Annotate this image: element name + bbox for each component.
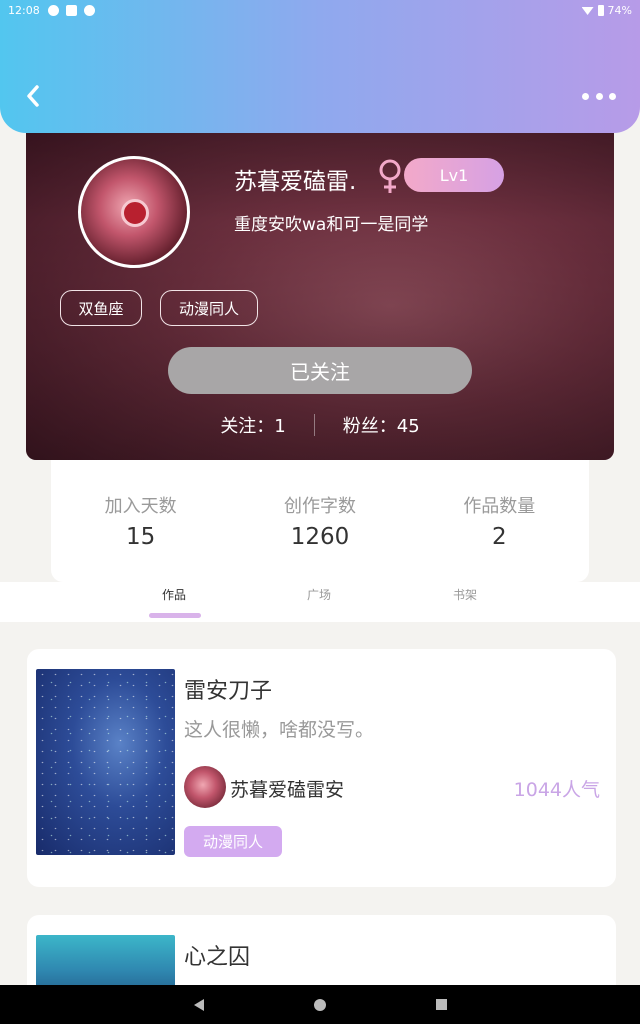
- level-badge: Lv1: [404, 158, 504, 192]
- follow-button[interactable]: 已关注: [168, 347, 472, 394]
- work-cover: [36, 669, 175, 855]
- notification-icon: [47, 4, 59, 16]
- tab-works[interactable]: 作品: [162, 586, 186, 603]
- android-icon: [83, 4, 95, 16]
- profile-card: 苏暮爱磕雷. Lv1 重度安吹wa和可一是同学 双鱼座 动漫同人 已关注 关注：…: [26, 118, 614, 460]
- nav-home-icon[interactable]: [313, 998, 326, 1011]
- tab-bar: 作品 广场 书架: [0, 582, 640, 622]
- stat-value: 1260: [290, 524, 350, 550]
- tag-zodiac: 双鱼座: [60, 290, 142, 326]
- author-avatar: [184, 766, 226, 808]
- stat-value: 15: [126, 524, 156, 550]
- stat-work-count: 作品数量 2: [410, 460, 589, 582]
- popularity-count: 1044人气: [513, 779, 600, 801]
- more-icon[interactable]: [582, 88, 616, 104]
- status-time: 12:08: [8, 3, 40, 17]
- tab-plaza[interactable]: 广场: [307, 586, 331, 603]
- author-name: 苏暮爱磕雷安: [230, 779, 345, 801]
- follow-counts: 关注：1 粉丝：45: [26, 412, 614, 438]
- stats-card: 加入天数 15 创作字数 1260 作品数量 2: [51, 460, 589, 582]
- tab-indicator: [149, 613, 201, 618]
- work-title: 心之囚: [184, 945, 251, 970]
- tab-bookshelf[interactable]: 书架: [453, 586, 477, 603]
- tag-genre: 动漫同人: [160, 290, 258, 326]
- work-title: 雷安刀子: [184, 679, 273, 704]
- work-description: 这人很懒，啥都没写。: [184, 719, 375, 741]
- avatar[interactable]: [78, 156, 190, 268]
- system-nav-bar: [0, 985, 640, 1024]
- signature: 重度安吹wa和可一是同学: [234, 215, 429, 235]
- following-count[interactable]: 关注：1: [220, 412, 285, 438]
- back-icon[interactable]: [22, 82, 44, 110]
- battery-level: 74%: [607, 3, 632, 17]
- username: 苏暮爱磕雷.: [234, 169, 357, 195]
- followers-count[interactable]: 粉丝：45: [343, 412, 420, 438]
- status-bar: 12:08 74%: [0, 0, 640, 20]
- work-tag: 动漫同人: [184, 826, 282, 857]
- divider: [313, 414, 315, 436]
- battery-icon: [597, 4, 604, 16]
- nav-recent-icon[interactable]: [435, 999, 447, 1010]
- female-icon: [379, 159, 401, 193]
- stat-label: 加入天数: [104, 496, 177, 517]
- stat-value: 2: [492, 524, 507, 550]
- work-card[interactable]: 雷安刀子 这人很懒，啥都没写。 苏暮爱磕雷安 1044人气 动漫同人: [27, 649, 616, 887]
- stat-word-count: 创作字数 1260: [230, 460, 409, 582]
- wifi-icon: [581, 7, 594, 15]
- stat-join-days: 加入天数 15: [51, 460, 230, 582]
- stat-label: 创作字数: [283, 496, 356, 517]
- nav-back-icon[interactable]: [193, 998, 204, 1011]
- stat-label: 作品数量: [463, 496, 536, 517]
- screenshot-icon: [65, 4, 77, 16]
